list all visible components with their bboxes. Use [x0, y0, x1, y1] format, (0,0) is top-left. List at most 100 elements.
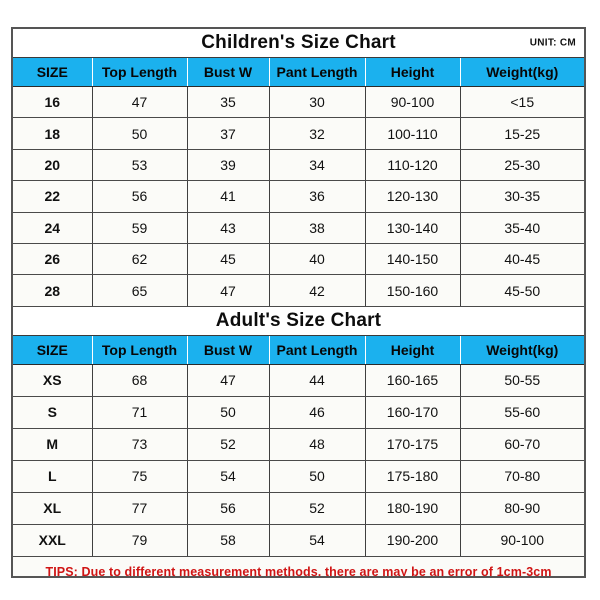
measurement-cell: 55-60: [459, 395, 584, 429]
measurement-cell: 35: [186, 85, 270, 119]
measurement-cell: 36: [268, 180, 366, 213]
measurement-cell: 79: [91, 523, 188, 557]
table-row: XS 68 47 44 160-165 50-55: [13, 363, 584, 397]
children-title: Children's Size Chart: [201, 32, 396, 53]
measurement-cell: 47: [91, 85, 188, 119]
measurement-cell: 30-35: [459, 180, 584, 213]
measurement-cell: 80-90: [459, 491, 584, 525]
size-chart-container: Children's Size Chart UNIT: CM SIZE Top Len…: [11, 27, 586, 578]
measurement-cell: 150-160: [364, 274, 461, 307]
measurement-cell: 32: [268, 117, 366, 150]
measurement-cell: 110-120: [364, 148, 461, 182]
column-header-pant-length: Pant Length: [268, 57, 366, 87]
table-row: 18 50 37 32 100-110 15-25: [13, 117, 584, 150]
measurement-cell: 90-100: [364, 85, 461, 119]
tips-note: TIPS: Due to different measurement metho…: [13, 555, 584, 576]
measurement-cell: 50: [91, 117, 188, 150]
adults-title-row: Adult's Size Chart: [13, 306, 584, 336]
measurement-cell: 50: [268, 459, 366, 493]
table-row: 16 47 35 30 90-100 <15: [13, 85, 584, 119]
size-cell: XL: [13, 491, 93, 525]
adults-header-row: SIZE Top Length Bust W Pant Length Height Wei…: [13, 334, 584, 365]
column-header-size: SIZE: [13, 334, 93, 365]
column-header-bust-w: Bust W: [186, 57, 270, 87]
tips-row: TIPS: Due to different measurement metho…: [13, 555, 584, 576]
measurement-cell: 38: [268, 211, 366, 244]
measurement-cell: 41: [186, 180, 270, 213]
measurement-cell: 45: [186, 242, 270, 276]
measurement-cell: 50-55: [459, 363, 584, 397]
size-cell: 26: [13, 242, 93, 276]
column-header-top-length: Top Length: [91, 334, 188, 365]
table-row: L 75 54 50 175-180 70-80: [13, 459, 584, 493]
table-row: 20 53 39 34 110-120 25-30: [13, 148, 584, 182]
column-header-pant-length: Pant Length: [268, 334, 366, 365]
measurement-cell: 68: [91, 363, 188, 397]
size-cell: L: [13, 459, 93, 493]
measurement-cell: 58: [186, 523, 270, 557]
measurement-cell: 40: [268, 242, 366, 276]
measurement-cell: 37: [186, 117, 270, 150]
size-cell: 20: [13, 148, 93, 182]
measurement-cell: 56: [186, 491, 270, 525]
measurement-cell: <15: [459, 85, 584, 119]
size-cell: M: [13, 427, 93, 461]
table-row: XL 77 56 52 180-190 80-90: [13, 491, 584, 525]
size-cell: S: [13, 395, 93, 429]
column-header-weight-kg: Weight(kg): [459, 57, 584, 87]
children-title-cell: Children's Size Chart UNIT: CM: [13, 29, 584, 58]
measurement-cell: 130-140: [364, 211, 461, 244]
measurement-cell: 30: [268, 85, 366, 119]
measurement-cell: 59: [91, 211, 188, 244]
measurement-cell: 75: [91, 459, 188, 493]
measurement-cell: 45-50: [459, 274, 584, 307]
measurement-cell: 175-180: [364, 459, 461, 493]
adults-title: Adult's Size Chart: [215, 309, 382, 331]
column-header-height: Height: [364, 57, 461, 87]
measurement-cell: 71: [91, 395, 188, 429]
column-header-height: Height: [364, 334, 461, 365]
table-row: 22 56 41 36 120-130 30-35: [13, 180, 584, 213]
measurement-cell: 39: [186, 148, 270, 182]
measurement-cell: 170-175: [364, 427, 461, 461]
measurement-cell: 140-150: [364, 242, 461, 276]
measurement-cell: 160-170: [364, 395, 461, 429]
table-row: 24 59 43 38 130-140 35-40: [13, 211, 584, 244]
measurement-cell: 48: [268, 427, 366, 461]
unit-label: UNIT: CM: [529, 37, 577, 49]
adults-title-cell: Adult's Size Chart: [13, 306, 584, 336]
size-cell: 24: [13, 211, 93, 244]
measurement-cell: 34: [268, 148, 366, 182]
size-cell: XXL: [13, 523, 93, 557]
size-cell: 16: [13, 85, 93, 119]
measurement-cell: 54: [186, 459, 270, 493]
children-title-row: Children's Size Chart UNIT: CM: [13, 29, 584, 58]
size-cell: XS: [13, 363, 93, 397]
table-row: 26 62 45 40 140-150 40-45: [13, 242, 584, 276]
table-row: XXL 79 58 54 190-200 90-100: [13, 523, 584, 557]
measurement-cell: 73: [91, 427, 188, 461]
size-cell: 22: [13, 180, 93, 213]
measurement-cell: 35-40: [459, 211, 584, 244]
table-row: M 73 52 48 170-175 60-70: [13, 427, 584, 461]
measurement-cell: 43: [186, 211, 270, 244]
measurement-cell: 46: [268, 395, 366, 429]
size-chart-table: Children's Size Chart UNIT: CM SIZE Top Len…: [13, 29, 584, 576]
measurement-cell: 56: [91, 180, 188, 213]
measurement-cell: 47: [186, 363, 270, 397]
column-header-size: SIZE: [13, 57, 93, 87]
size-cell: 18: [13, 117, 93, 150]
measurement-cell: 44: [268, 363, 366, 397]
measurement-cell: 190-200: [364, 523, 461, 557]
column-header-top-length: Top Length: [91, 57, 188, 87]
measurement-cell: 40-45: [459, 242, 584, 276]
measurement-cell: 90-100: [459, 523, 584, 557]
measurement-cell: 52: [186, 427, 270, 461]
table-row: S 71 50 46 160-170 55-60: [13, 395, 584, 429]
measurement-cell: 160-165: [364, 363, 461, 397]
column-header-bust-w: Bust W: [186, 334, 270, 365]
measurement-cell: 54: [268, 523, 366, 557]
table-row: 28 65 47 42 150-160 45-50: [13, 274, 584, 307]
column-header-weight-kg: Weight(kg): [459, 334, 584, 365]
measurement-cell: 52: [268, 491, 366, 525]
